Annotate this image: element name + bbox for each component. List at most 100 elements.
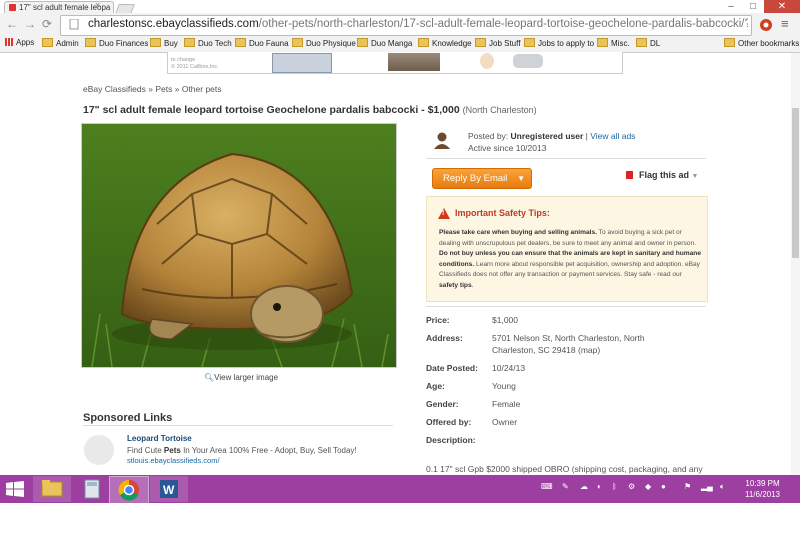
- chevron-down-icon: ▼: [517, 174, 525, 183]
- scrollbar-thumb[interactable]: [792, 108, 799, 258]
- folder-icon: [475, 38, 486, 47]
- detail-label: Address:: [426, 333, 463, 343]
- ad-product-image: [388, 53, 440, 71]
- sponsored-description: Find Cute Pets In Your Area 100% Free - …: [127, 446, 357, 455]
- poster-name: Unregistered user: [510, 131, 584, 141]
- sponsored-title[interactable]: Leopard Tortoise: [127, 434, 192, 443]
- taskbar-explorer[interactable]: [33, 476, 71, 502]
- folder-icon: [150, 38, 161, 47]
- sponsored-link-icon: [84, 435, 114, 465]
- detail-value-address: 5701 Nelson St, North Charleston, North: [492, 333, 645, 343]
- sponsored-url[interactable]: stlouis.ebayclassifieds.com/: [127, 456, 220, 465]
- detail-label: Description:: [426, 435, 476, 445]
- bookmark-folder[interactable]: Admin: [42, 38, 79, 48]
- bookmark-folder[interactable]: Misc.: [597, 38, 630, 48]
- sponsored-heading: Sponsored Links: [83, 412, 173, 424]
- view-larger-link[interactable]: 🔍︎View larger image: [204, 373, 278, 382]
- window-controls: – □ ✕: [720, 0, 800, 13]
- folder-icon: [235, 38, 246, 47]
- menu-icon[interactable]: ≡: [781, 16, 789, 31]
- bookmark-folder[interactable]: DL: [636, 38, 660, 48]
- flag-icon[interactable]: ⚑: [684, 482, 691, 491]
- posted-by: Posted by: Unregistered user | View all …: [468, 131, 636, 141]
- detail-label: Offered by:: [426, 417, 472, 427]
- bookmark-folder[interactable]: Jobs to apply to: [524, 38, 594, 48]
- warning-mark: !: [442, 210, 445, 217]
- flag-ad-button[interactable]: Flag this ad ▼: [626, 170, 698, 180]
- safety-title: Important Safety Tips:: [455, 208, 550, 218]
- sponsored-divider: [83, 425, 393, 426]
- system-clock[interactable]: 10:39 PM 11/6/2013: [745, 478, 780, 500]
- tray-app-icon[interactable]: ☁: [580, 482, 588, 491]
- windows-start-icon[interactable]: [6, 481, 24, 497]
- listing-title: 17" scl adult female leopard tortoise Ge…: [83, 104, 537, 116]
- calculator-icon: [84, 479, 100, 499]
- safety-tips-link[interactable]: safety tips: [439, 282, 472, 289]
- detail-label: Price:: [426, 315, 450, 325]
- reply-by-email-button[interactable]: Reply By Email ▼: [432, 168, 532, 189]
- bluetooth-icon[interactable]: ᛒ: [612, 482, 617, 491]
- listing-location: (North Charleston): [462, 105, 537, 115]
- safety-body: Please take care when buying and selling…: [439, 229, 701, 289]
- tray-app-icon[interactable]: ⚙: [628, 482, 635, 491]
- view-all-ads-link[interactable]: View all ads: [590, 131, 635, 141]
- word-icon: W: [160, 480, 178, 498]
- bookmark-folder[interactable]: Duo Physique: [292, 38, 356, 48]
- extension-icon[interactable]: [759, 18, 773, 32]
- keyboard-icon[interactable]: ⌨: [541, 482, 553, 491]
- detail-value-price: $1,000: [492, 315, 518, 325]
- forward-arrow-icon[interactable]: →: [24, 17, 36, 31]
- breadcrumb: eBay Classifieds » Pets » Other pets: [83, 84, 222, 94]
- detail-value-age: Young: [492, 381, 516, 391]
- tray-app-icon[interactable]: ◆: [645, 482, 651, 491]
- breadcrumb-link[interactable]: Other pets: [182, 84, 222, 94]
- minimize-icon[interactable]: –: [720, 0, 742, 13]
- volume-icon[interactable]: 🔈︎: [720, 482, 725, 492]
- tray-app-icon[interactable]: ✎: [562, 482, 569, 491]
- svg-text:W: W: [163, 483, 175, 497]
- apps-icon: [5, 38, 13, 46]
- detail-label: Date Posted:: [426, 363, 478, 373]
- description-text: 0.1 17" scl Gpb $2000 shipped OBRO (ship…: [426, 464, 703, 474]
- taskbar-calculator[interactable]: [73, 476, 111, 502]
- tray-app-icon[interactable]: ◐: [597, 482, 602, 491]
- bookmark-folder[interactable]: Duo Finances: [85, 38, 148, 48]
- divider: [426, 158, 706, 159]
- breadcrumb-link[interactable]: Pets: [155, 84, 172, 94]
- ad-product-image: [513, 54, 543, 68]
- bookmark-apps[interactable]: Apps: [5, 38, 34, 47]
- reload-icon[interactable]: ⟳: [42, 17, 52, 31]
- url-text[interactable]: charlestonsc.ebayclassifieds.com/other-p…: [88, 18, 748, 30]
- tray-app-icon[interactable]: ●: [661, 482, 666, 491]
- folder-icon: [292, 38, 303, 47]
- detail-value-address-line2[interactable]: Charleston, SC 29418 (map): [492, 345, 600, 355]
- bookmark-folder[interactable]: Duo Tech: [184, 38, 232, 48]
- ad-product-image: [272, 53, 332, 73]
- bookmark-folder[interactable]: Job Stuff: [475, 38, 520, 48]
- network-icon[interactable]: ▂▄: [701, 482, 713, 491]
- detail-label: Age:: [426, 381, 445, 391]
- bookmark-folder[interactable]: Duo Manga: [357, 38, 412, 48]
- active-since: Active since 10/2013: [468, 143, 547, 153]
- ad-product-image: [480, 53, 494, 69]
- close-window-icon[interactable]: ✕: [764, 0, 800, 13]
- tab-close-icon[interactable]: ×: [95, 0, 100, 10]
- folder-icon: [724, 38, 735, 47]
- taskbar-word[interactable]: W: [150, 476, 188, 502]
- maximize-icon[interactable]: □: [742, 0, 764, 13]
- bookmark-folder-other[interactable]: Other bookmarks: [724, 38, 799, 48]
- ebay-favicon-icon: [9, 4, 16, 11]
- bookmark-folder[interactable]: Knowledge: [418, 38, 472, 48]
- folder-icon: [597, 38, 608, 47]
- folder-icon: [184, 38, 195, 47]
- folder-icon: [524, 38, 535, 47]
- bookmark-folder[interactable]: Duo Fauna: [235, 38, 289, 48]
- back-arrow-icon[interactable]: ←: [6, 17, 18, 31]
- folder-icon: [41, 480, 63, 497]
- detail-value-date: 10/24/13: [492, 363, 526, 373]
- listing-photo[interactable]: [81, 123, 397, 368]
- folder-icon: [636, 38, 647, 47]
- bookmark-folder[interactable]: Buy: [150, 38, 178, 48]
- breadcrumb-link[interactable]: eBay Classifieds: [83, 84, 146, 94]
- taskbar-chrome[interactable]: [109, 476, 149, 504]
